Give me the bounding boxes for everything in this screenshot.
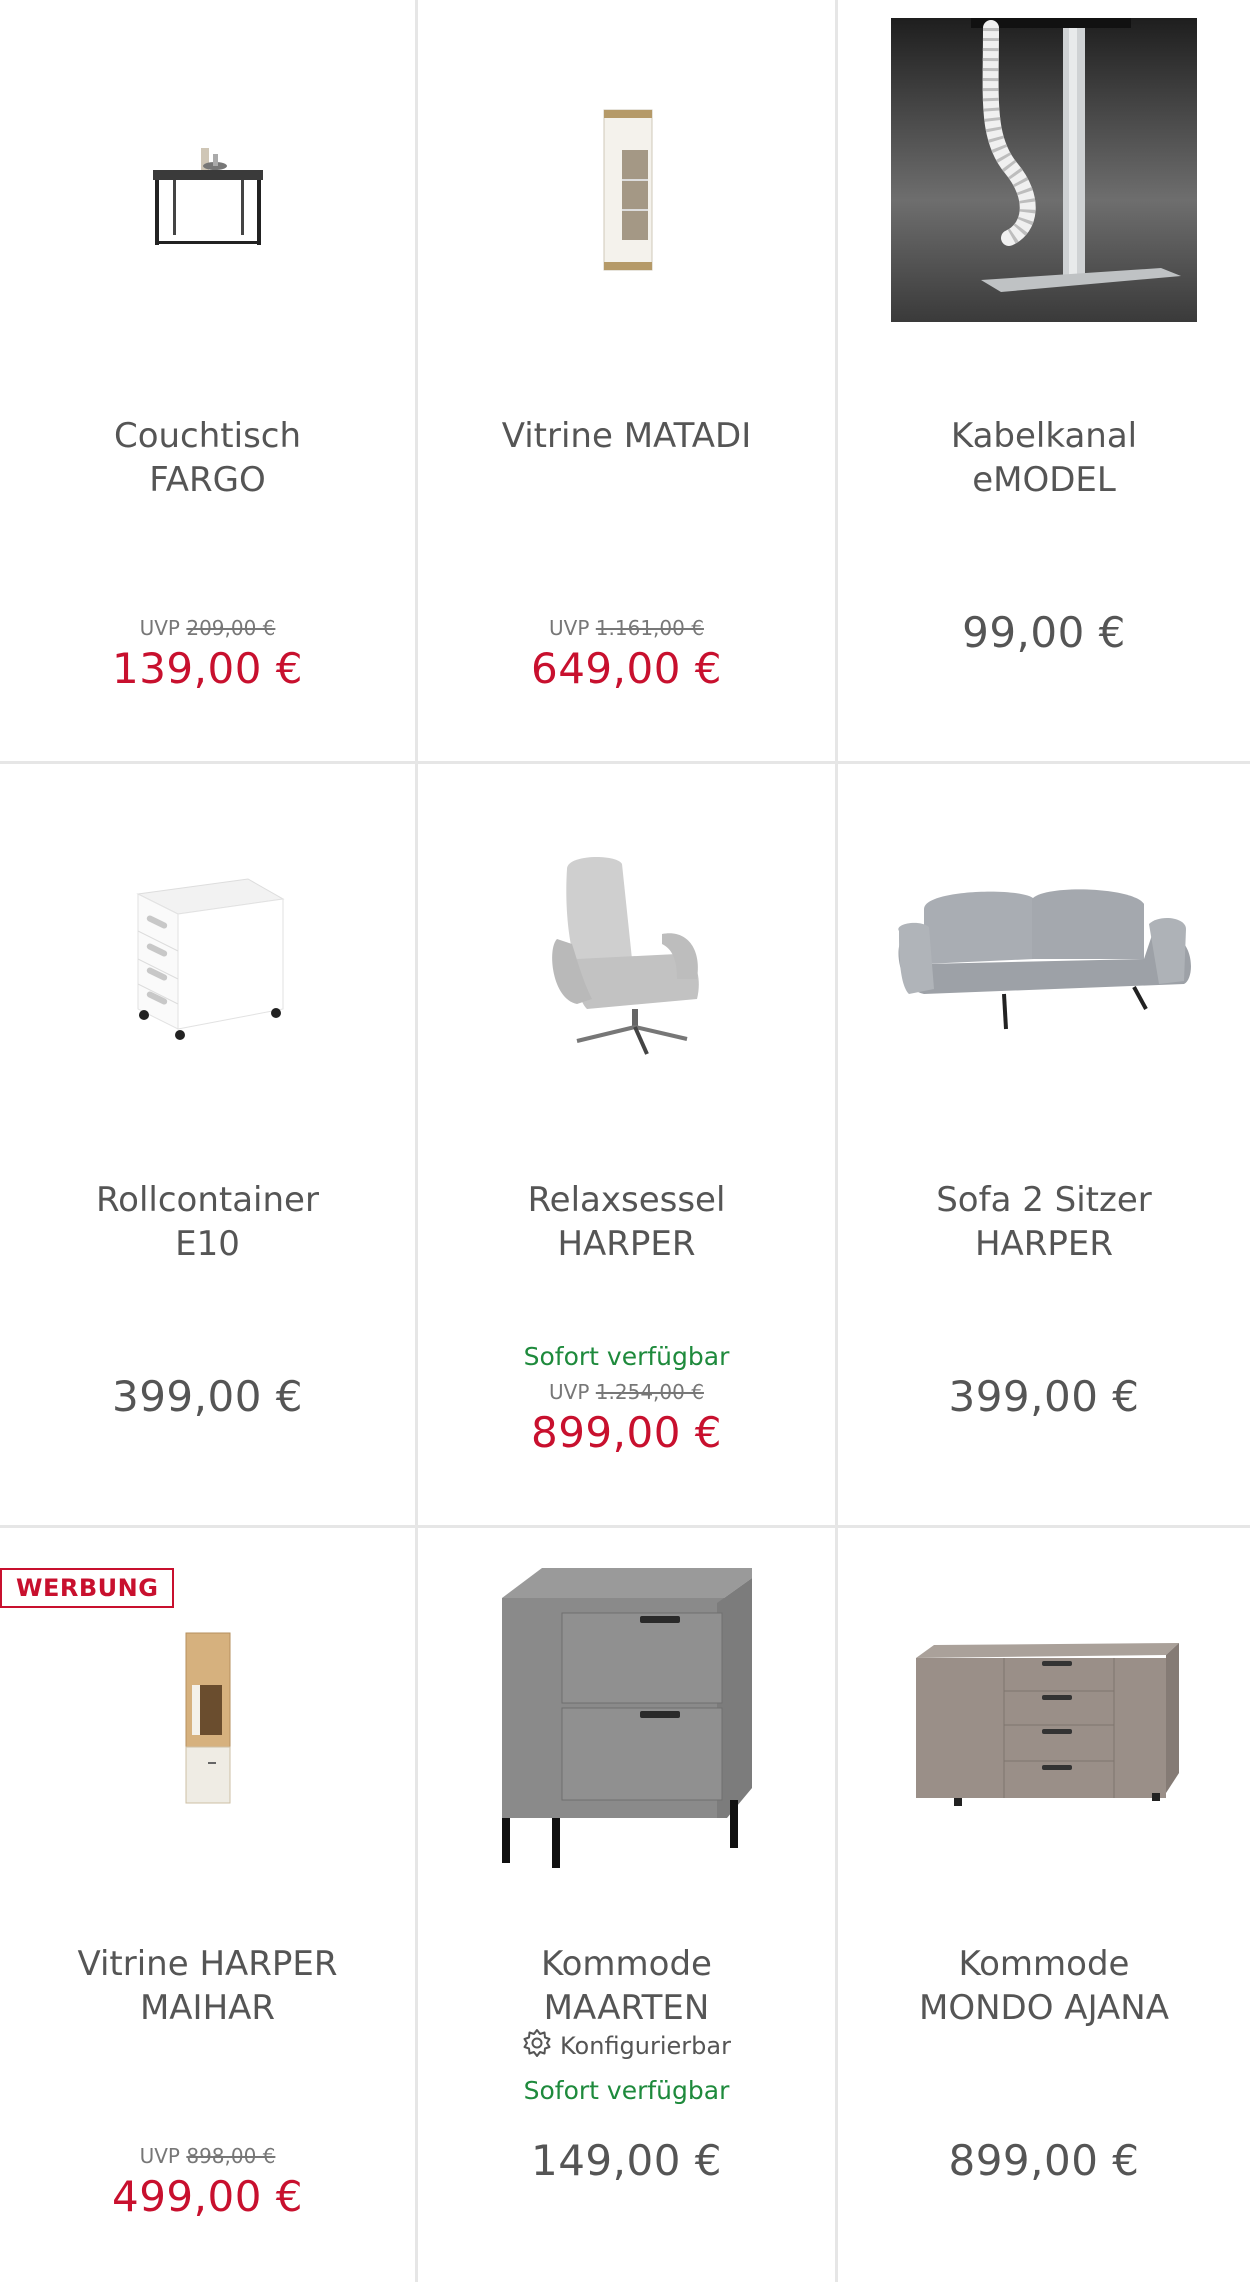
uvp-price: UVP 209,00 € [139, 616, 276, 640]
drawer-container-image[interactable] [0, 764, 415, 1144]
sale-price: 899,00 € [530, 1408, 723, 1457]
product-title[interactable]: Rollcontainer E10 [10, 1178, 405, 1266]
product-title[interactable]: Sofa 2 Sitzer HARPER [848, 1178, 1240, 1266]
coffee-table-image[interactable] [0, 0, 415, 380]
price: 99,00 € [962, 608, 1126, 657]
availability-status: Sofort verfügbar [523, 2076, 730, 2105]
sideboard-image[interactable] [838, 1528, 1250, 1908]
price: 399,00 € [948, 1372, 1140, 1421]
product-card[interactable]: WERBUNG Vitrine HARPER MAIHAR UVP 898,00… [0, 1528, 418, 2282]
nightstand-image[interactable] [418, 1528, 835, 1908]
vitrine-image[interactable] [418, 0, 835, 380]
product-card[interactable]: Kommode MAARTEN Konfigurierbar Sofort ve… [418, 1528, 838, 2282]
wood-vitrine-image[interactable] [0, 1528, 415, 1908]
uvp-price: UVP 1.254,00 € [549, 1380, 704, 1404]
configurable-label[interactable]: Konfigurierbar [418, 2028, 835, 2064]
product-title[interactable]: Kommode MAARTEN [428, 1942, 825, 2030]
product-title[interactable]: Vitrine HARPER MAIHAR [10, 1942, 405, 2030]
sofa-image[interactable] [838, 764, 1250, 1144]
product-card[interactable]: Vitrine MATADI UVP 1.161,00 € 649,00 € [418, 0, 838, 764]
product-card[interactable]: Relaxsessel HARPER Sofort verfügbar UVP … [418, 764, 838, 1528]
product-title[interactable]: Relaxsessel HARPER [428, 1178, 825, 1266]
product-grid: Couchtisch FARGO UVP 209,00 € 139,00 € V… [0, 0, 1250, 2282]
sale-price: 139,00 € [111, 644, 304, 693]
recliner-image[interactable] [418, 764, 835, 1144]
product-card[interactable]: Couchtisch FARGO UVP 209,00 € 139,00 € [0, 0, 418, 764]
price: 399,00 € [111, 1372, 304, 1421]
product-card[interactable]: Sofa 2 Sitzer HARPER 399,00 € [838, 764, 1250, 1528]
product-card[interactable]: Kabelkanal eMODEL 99,00 € [838, 0, 1250, 764]
product-card[interactable]: Kommode MONDO AJANA 899,00 € [838, 1528, 1250, 2282]
availability-status: Sofort verfügbar [523, 1342, 730, 1371]
sale-price: 649,00 € [530, 644, 723, 693]
sale-price: 499,00 € [111, 2172, 304, 2221]
product-title[interactable]: Vitrine MATADI [428, 414, 825, 458]
uvp-price: UVP 1.161,00 € [549, 616, 704, 640]
configurable-text: Konfigurierbar [560, 2032, 731, 2060]
product-card[interactable]: Rollcontainer E10 399,00 € [0, 764, 418, 1528]
uvp-price: UVP 898,00 € [139, 2144, 276, 2168]
product-title[interactable]: Couchtisch FARGO [10, 414, 405, 502]
price: 149,00 € [530, 2136, 723, 2185]
price: 899,00 € [948, 2136, 1140, 2185]
cable-channel-image[interactable] [838, 0, 1250, 340]
gear-icon [522, 2028, 552, 2064]
product-title[interactable]: Kommode MONDO AJANA [848, 1942, 1240, 2030]
product-title[interactable]: Kabelkanal eMODEL [848, 414, 1240, 502]
